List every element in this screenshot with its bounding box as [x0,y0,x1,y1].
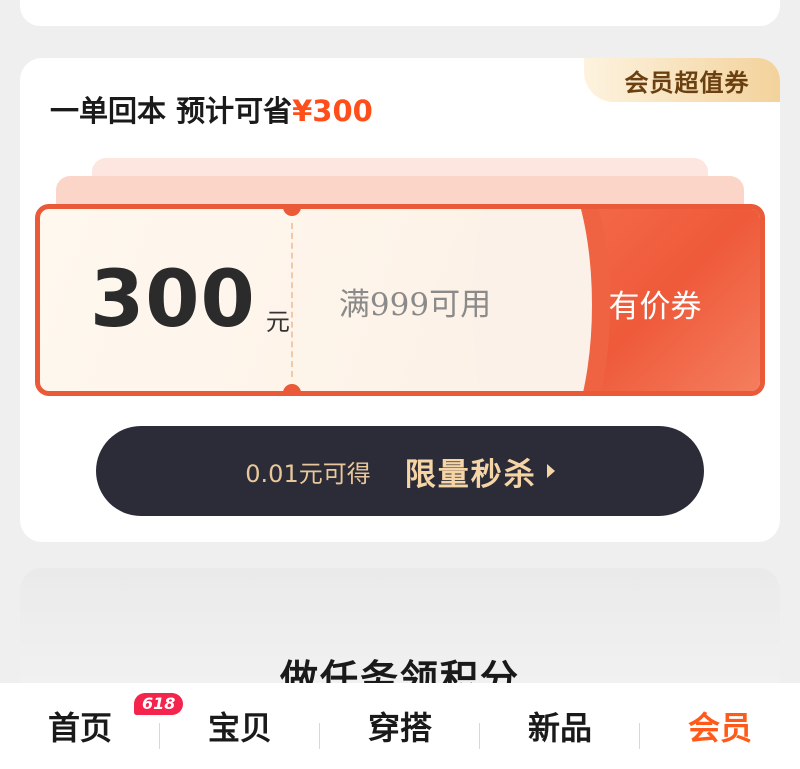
tab-outfits-label: 穿搭 [367,709,432,747]
tab-outfits[interactable]: 穿搭 [320,683,480,769]
tab-new-arrivals[interactable]: 新品 [480,683,640,769]
ticket-notch-bottom [283,384,301,391]
savings-headline: 一单回本 预计可省¥300 [50,88,373,130]
member-coupon-card: 会员超值券 一单回本 预计可省¥300 300 元 满999可用 有价券 0.0… [20,58,780,542]
headline-text: 一单回本 预计可省 [50,94,293,128]
coupon-amount: 300 元 [90,261,290,339]
flash-sale-label: 限量秒杀 [404,456,537,493]
previous-card [20,0,780,26]
tab-products[interactable]: 宝贝 [160,683,320,769]
tab-home-label: 首页 [47,709,112,747]
coupon-ticket[interactable]: 300 元 满999可用 有价券 [35,204,765,396]
ticket-notch-top [283,209,301,216]
coupon-type: 有价券 [608,289,702,325]
flash-sale-price: 0.01元可得 [245,459,371,488]
flash-sale-button[interactable]: 0.01元可得 限量秒杀 [96,426,704,516]
tab-new-arrivals-label: 新品 [527,709,592,747]
tab-home[interactable]: 首页 618 [0,683,184,769]
badge-label: 会员超值券 [624,68,750,97]
coupon-amount-unit: 元 [265,308,290,336]
coupon-amount-value: 300 [90,255,256,345]
member-coupon-badge: 会员超值券 [584,58,780,102]
caret-right-icon [546,464,555,478]
coupon-condition: 满999可用 [338,287,492,323]
tab-membership[interactable]: 会员 [640,683,800,769]
headline-amount: ¥300 [292,94,373,128]
tab-membership-label: 会员 [687,709,752,747]
tab-products-label: 宝贝 [207,709,272,747]
ticket-perforation [291,223,293,377]
bottom-tab-bar: 首页 618 宝贝 穿搭 新品 会员 [0,683,800,769]
